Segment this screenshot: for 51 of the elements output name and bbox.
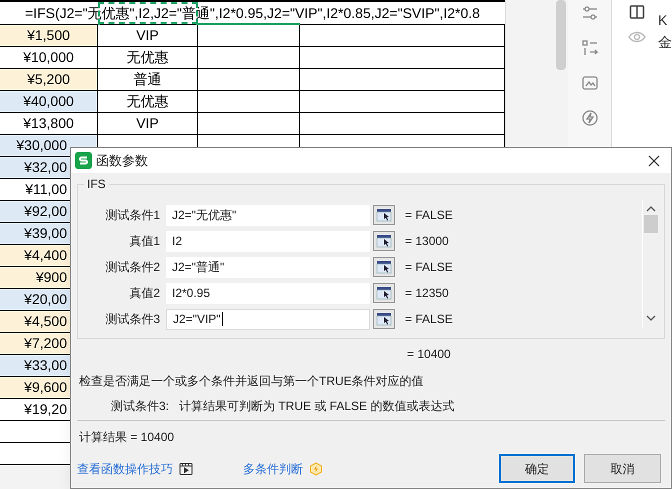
columns-icon[interactable] — [629, 4, 645, 20]
param-input[interactable]: I2 — [166, 230, 370, 252]
type-cell: VIP — [98, 113, 198, 134]
amount-cell: ¥40,000 — [0, 91, 98, 112]
param-input[interactable]: J2="无优惠" — [166, 204, 370, 226]
close-icon[interactable] — [648, 154, 660, 166]
param-label: 测试条件3 — [104, 311, 161, 328]
range-select-button[interactable] — [373, 309, 395, 329]
dialog-title: 函数参数 — [96, 152, 148, 170]
param-result: = FALSE — [405, 259, 453, 276]
formula-result: = 10400 — [407, 346, 452, 363]
dialog-button[interactable]: 取消 — [584, 454, 661, 483]
panel-text: K — [658, 12, 668, 28]
type-cell: 无优惠 — [98, 91, 198, 112]
param-input[interactable]: J2="VIP" — [166, 308, 370, 330]
param-result: = FALSE — [405, 207, 453, 224]
param-input[interactable]: J2="普通" — [166, 256, 370, 278]
param-result: = FALSE — [405, 311, 453, 328]
panel-text: 金 — [658, 34, 672, 50]
scrollbar-thumb[interactable] — [556, 0, 566, 70]
param-label: 测试条件1 — [104, 207, 161, 224]
image-icon[interactable] — [580, 74, 598, 92]
amount-cell: ¥5,200 — [0, 69, 98, 90]
type-cell: 无优惠 — [98, 47, 198, 68]
param-label: 真值1 — [128, 233, 161, 250]
dialog-button[interactable]: 确定 — [499, 454, 575, 483]
amount-cell: ¥1,500 — [0, 25, 98, 46]
scrollbar-thumb[interactable] — [644, 215, 658, 233]
range-select-button[interactable] — [373, 257, 395, 277]
scroll-up-icon[interactable] — [646, 205, 656, 213]
help-link[interactable]: 多条件判断 — [243, 460, 303, 478]
param-label: 测试条件2 — [104, 259, 161, 276]
app-logo-icon — [75, 152, 92, 169]
param-result: = 12350 — [405, 285, 449, 302]
lightning-icon[interactable] — [580, 109, 598, 127]
param-help-label: 测试条件3: — [111, 398, 170, 415]
type-cell: VIP — [98, 25, 198, 46]
scroll-down-icon[interactable] — [646, 314, 656, 322]
range-select-button[interactable] — [373, 231, 395, 251]
param-label: 真值2 — [128, 285, 161, 302]
param-input[interactable]: I2*0.95 — [166, 282, 370, 304]
range-select-button[interactable] — [373, 205, 395, 225]
param-result: = 13000 — [405, 233, 449, 250]
sliders-icon[interactable] — [580, 4, 598, 22]
param-help-text: 计算结果可判断为 TRUE 或 FALSE 的数值或表达式 — [179, 398, 454, 415]
calc-result: 计算结果 = 10400 — [79, 429, 176, 446]
range-select-button[interactable] — [373, 283, 395, 303]
type-cell: 普通 — [98, 69, 198, 90]
help-link[interactable]: 查看函数操作技巧 — [77, 460, 173, 478]
swap-icon[interactable] — [580, 39, 598, 57]
video-icon[interactable] — [179, 462, 193, 476]
